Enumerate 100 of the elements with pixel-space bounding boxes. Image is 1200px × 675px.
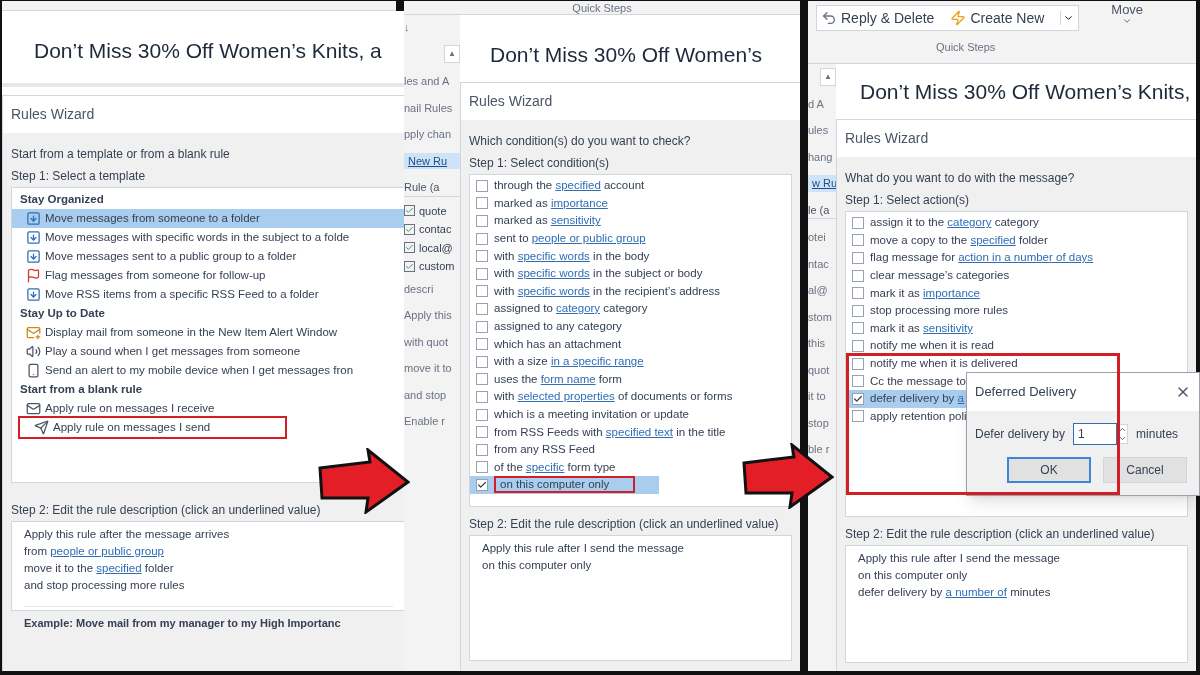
option-row[interactable]: assigned to category category (470, 300, 672, 318)
new-rule-button[interactable]: w Ru (808, 175, 836, 192)
option-row[interactable]: stop processing more rules (846, 301, 1033, 320)
underlined-link[interactable]: importance (923, 286, 980, 299)
checkbox[interactable] (476, 179, 488, 192)
option-row[interactable]: notify me when it is delivered (846, 354, 1042, 373)
checkbox[interactable] (852, 357, 864, 370)
checkbox[interactable] (476, 373, 488, 386)
underlined-link[interactable]: sensitivity (923, 321, 973, 334)
underlined-link[interactable]: a number of (945, 586, 1007, 598)
underlined-link[interactable]: specific words (517, 284, 590, 297)
scroll-up-button[interactable]: ▲ (820, 67, 836, 86)
checkbox[interactable] (476, 285, 488, 298)
checkbox[interactable] (404, 242, 415, 254)
option-row[interactable]: with specific words in the body (470, 247, 674, 265)
checkbox[interactable] (476, 478, 488, 491)
underlined-link[interactable]: form name (540, 372, 596, 385)
quick-step-button[interactable]: Create New (950, 7, 1045, 29)
underlined-link[interactable]: category (947, 216, 992, 229)
checkbox[interactable] (476, 267, 488, 280)
checkbox[interactable] (476, 443, 488, 456)
checkbox[interactable] (476, 461, 488, 474)
cancel-button[interactable]: Cancel (1103, 457, 1187, 483)
option-row[interactable]: clear message’s categories (846, 266, 1034, 285)
checkbox[interactable] (852, 216, 864, 229)
underlined-link[interactable]: specified (96, 562, 142, 574)
checkbox[interactable] (476, 250, 488, 263)
checkbox[interactable] (852, 304, 864, 317)
template-item[interactable]: Flag messages from someone for follow-up (12, 265, 405, 285)
option-row[interactable]: move a copy to the specified folder (846, 231, 1072, 250)
option-row[interactable]: with specific words in the recipient’s address (470, 282, 745, 301)
template-item[interactable]: Move messages sent to a public group to a folder (12, 246, 405, 266)
quick-step-button[interactable]: Reply & Delete (821, 7, 935, 29)
underlined-link[interactable]: specific words (517, 267, 590, 280)
move-button[interactable]: Move (1111, 2, 1144, 26)
option-row[interactable]: which has an attachment (470, 335, 646, 353)
checkbox[interactable] (404, 260, 415, 272)
checkbox[interactable] (852, 252, 864, 264)
checkbox[interactable] (476, 408, 488, 421)
underlined-link[interactable]: specific words (517, 249, 590, 262)
checkbox[interactable] (404, 223, 415, 235)
option-row[interactable]: assigned to any category (470, 317, 646, 336)
checkbox[interactable] (476, 232, 488, 245)
option-row[interactable]: from RSS Feeds with specified text in the title (470, 423, 750, 441)
chevron-down-icon[interactable] (1060, 11, 1075, 25)
new-rule-button[interactable]: New Ru (404, 152, 460, 169)
template-item[interactable]: Play a sound when I get messages from someone (12, 341, 405, 361)
option-row[interactable]: uses the form name form (470, 370, 646, 389)
checkbox[interactable] (476, 390, 488, 403)
checkbox[interactable] (852, 234, 864, 247)
underlined-link[interactable]: importance (550, 196, 608, 209)
option-row[interactable]: flag message for action in a number of days (846, 249, 1118, 267)
option-row[interactable]: which is a meeting invitation or update (470, 405, 713, 424)
checkbox[interactable] (852, 410, 864, 423)
checkbox[interactable] (852, 287, 864, 300)
option-row[interactable]: from any RSS Feed (470, 440, 619, 459)
checkbox[interactable] (852, 339, 864, 352)
option-row[interactable]: with specific words in the subject or body (470, 264, 727, 283)
option-row[interactable]: through the specified account (470, 177, 669, 195)
underlined-link[interactable]: people or public group (50, 545, 164, 557)
checkbox[interactable] (476, 197, 488, 210)
checkbox[interactable] (476, 302, 488, 315)
checkbox[interactable] (852, 269, 864, 282)
template-item[interactable]: Apply rule on messages I send (20, 417, 285, 437)
checkbox[interactable] (476, 215, 488, 227)
template-item[interactable]: Apply rule on messages I receive (12, 398, 405, 418)
underlined-link[interactable]: category (556, 302, 601, 315)
underlined-link[interactable]: in a specific range (550, 355, 644, 368)
template-item[interactable]: Move messages with specific words in the subject to a folde (12, 227, 405, 247)
underlined-link[interactable]: action in a number of days (958, 251, 1094, 264)
option-row[interactable]: of the specific form type (470, 458, 640, 477)
template-item[interactable]: Send an alert to my mobile device when I get messages fron (12, 360, 405, 380)
template-item[interactable]: Display mail from someone in the New Item Alert Window (12, 322, 405, 342)
option-row[interactable]: with a size in a specific range (470, 352, 668, 371)
option-row[interactable]: mark it as importance (846, 284, 1004, 302)
checkbox[interactable] (476, 426, 488, 439)
option-row[interactable]: marked as importance (470, 194, 632, 213)
underlined-link[interactable]: specified (970, 233, 1016, 246)
underlined-link[interactable]: specified text (605, 425, 673, 438)
checkbox[interactable] (852, 392, 864, 405)
template-item[interactable]: Move messages from someone to a folder (12, 208, 405, 228)
option-row[interactable]: apply retention poli (846, 407, 991, 426)
checkbox[interactable] (476, 320, 488, 333)
underlined-link[interactable]: selected properties (517, 390, 615, 403)
underlined-link[interactable]: specified (555, 179, 601, 192)
minutes-field[interactable]: 1 (1073, 423, 1118, 445)
scroll-up-button[interactable]: ▲ (444, 45, 460, 63)
option-row[interactable]: assign it to the category category (846, 214, 1063, 232)
option-row[interactable]: on this computer only (470, 476, 660, 494)
option-row[interactable]: with selected properties of documents or forms (470, 388, 757, 406)
option-row[interactable]: notify me when it is read (846, 337, 1018, 355)
underlined-link[interactable]: people or public group (531, 232, 646, 245)
template-item[interactable]: Move RSS items from a specific RSS Feed to a folder (12, 284, 405, 304)
spinner-icon[interactable] (1117, 424, 1129, 444)
checkbox[interactable] (852, 322, 864, 335)
ok-button[interactable]: OK (1007, 457, 1091, 483)
checkbox[interactable] (852, 375, 864, 388)
option-row[interactable]: mark it as sensitivity (846, 319, 997, 338)
checkbox[interactable] (476, 355, 488, 368)
checkbox[interactable] (476, 338, 488, 351)
